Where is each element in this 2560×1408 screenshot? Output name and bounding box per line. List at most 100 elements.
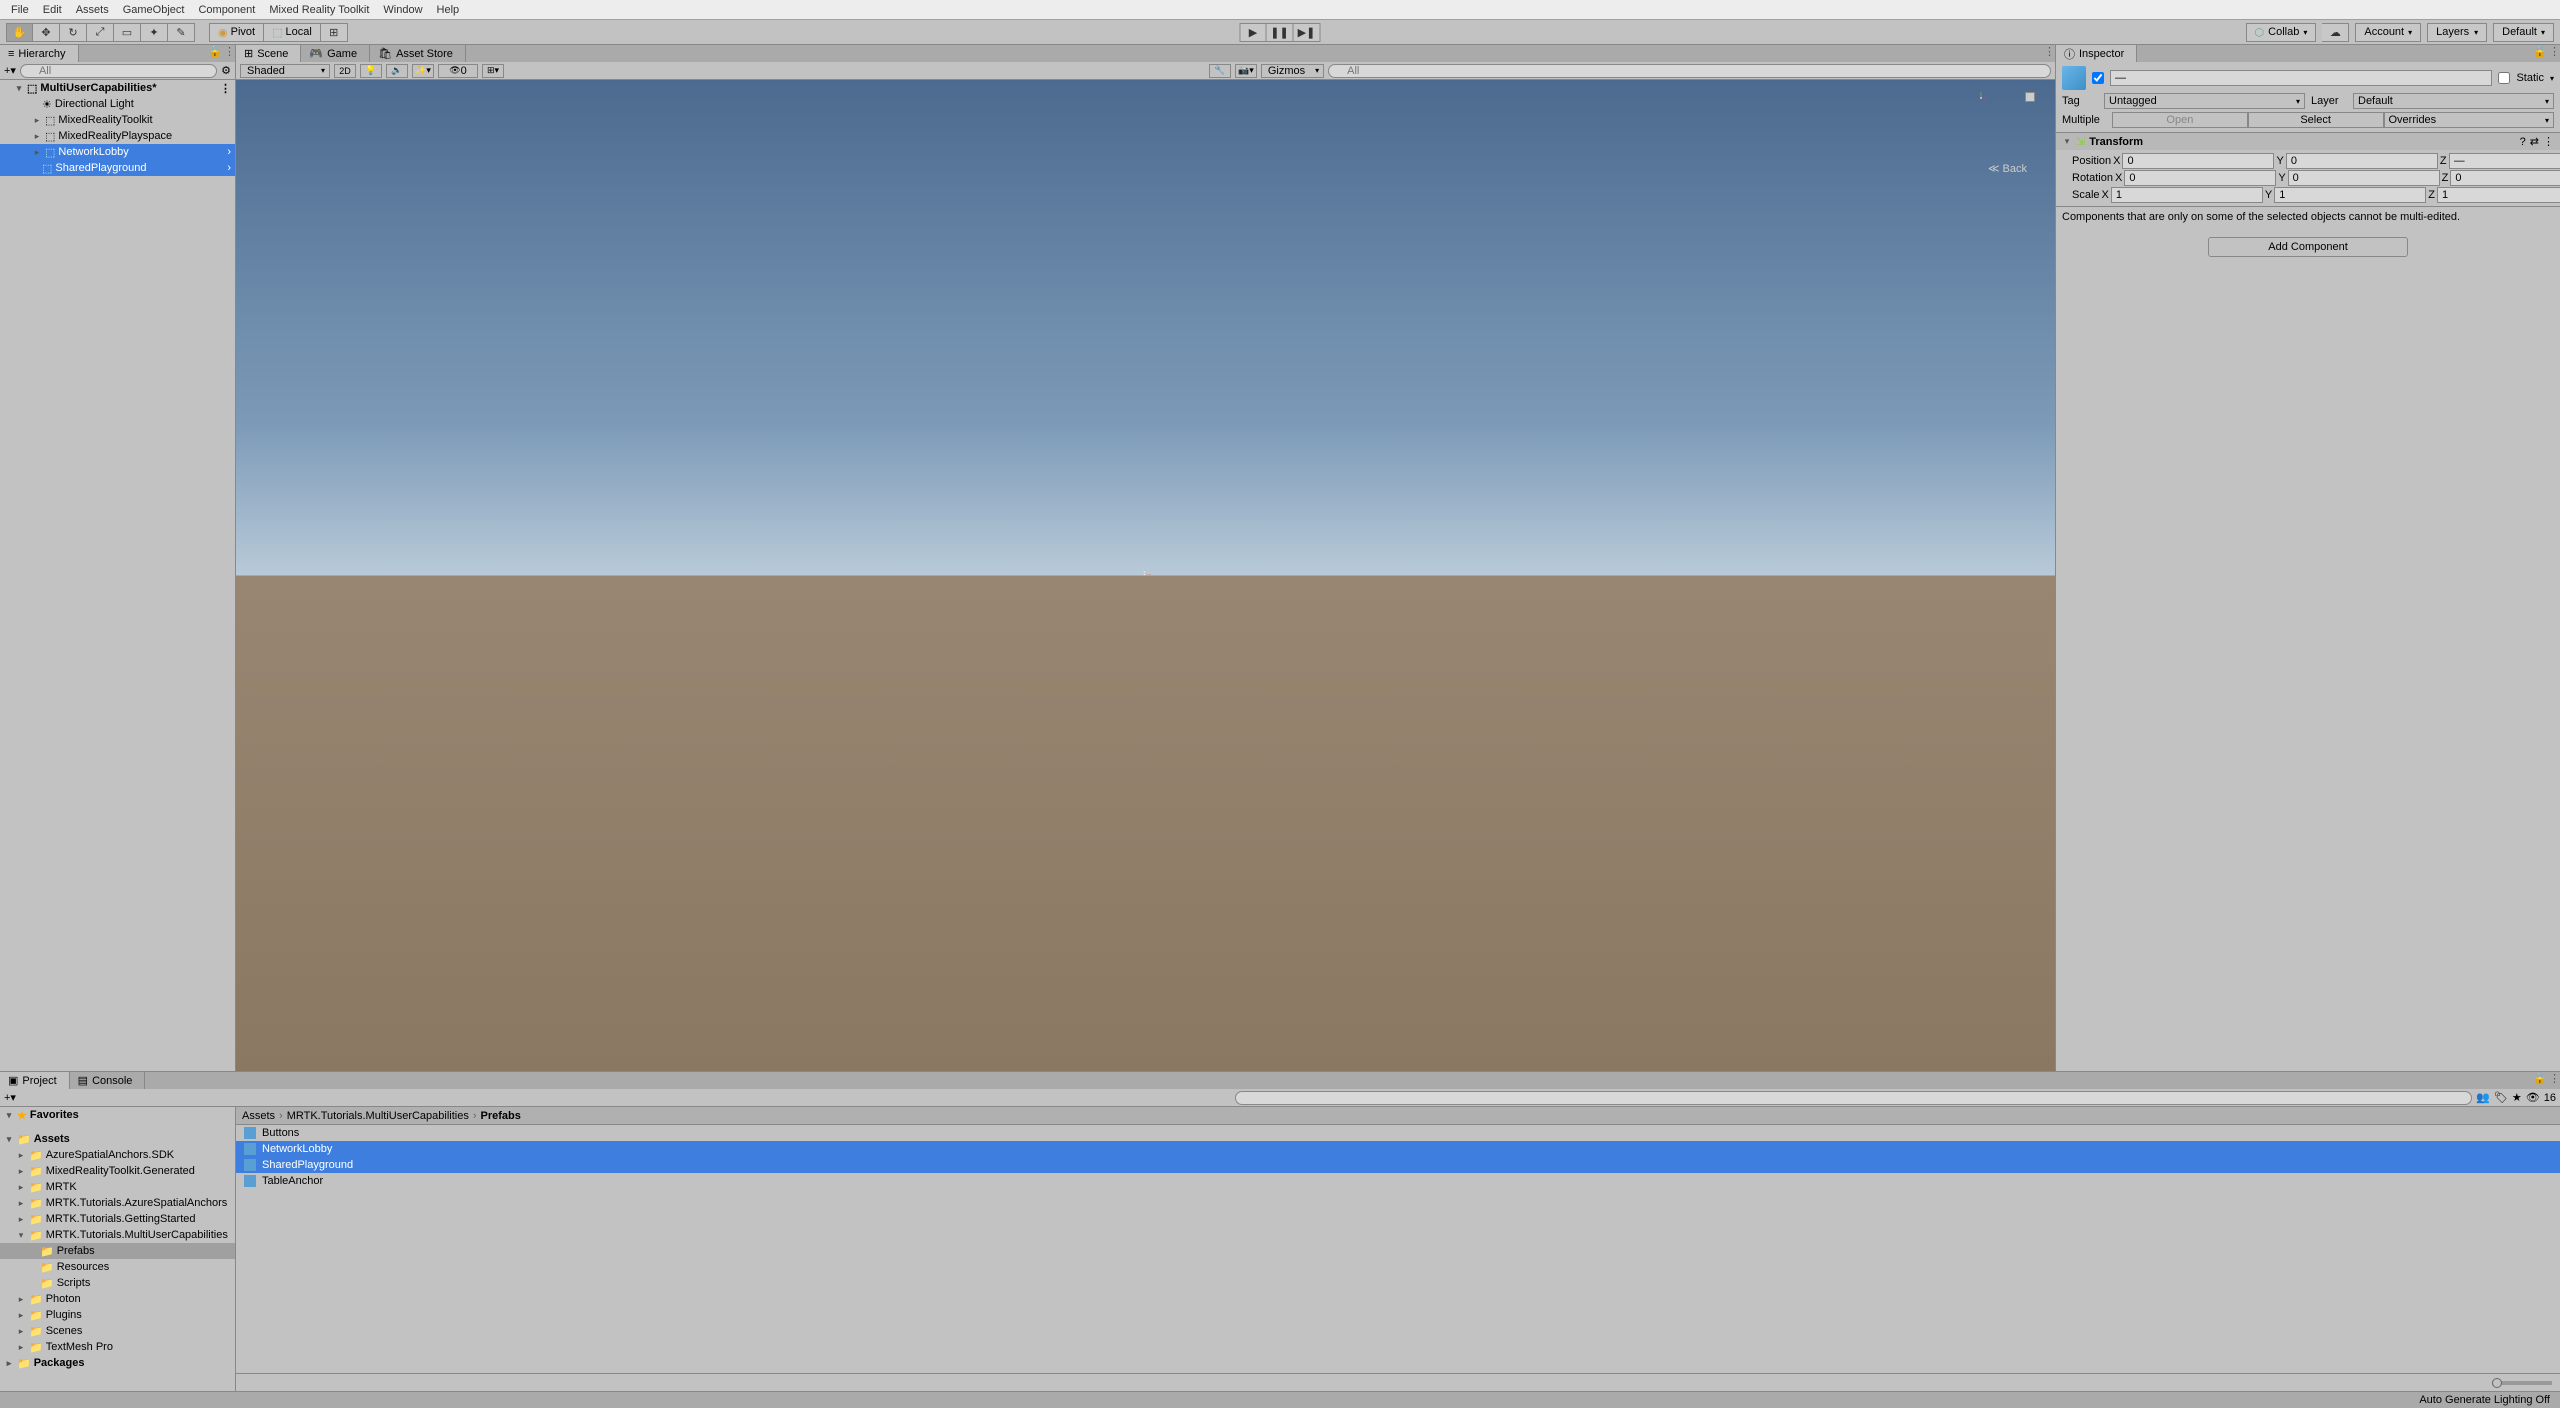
scene-menu-icon[interactable]: ⋮ <box>220 82 231 95</box>
asset-item[interactable]: TableAnchor <box>236 1173 2560 1189</box>
move-tool[interactable]: ✥ <box>33 23 60 42</box>
assets-root[interactable]: ▾ 📁 Assets <box>0 1131 235 1147</box>
breadcrumb-item[interactable]: MRTK.Tutorials.MultiUserCapabilities <box>287 1110 469 1122</box>
back-button[interactable]: ≪ Back <box>1988 162 2027 175</box>
tree-folder[interactable]: ▸📁MRTK <box>0 1179 235 1195</box>
fold-icon[interactable]: ▸ <box>32 147 42 158</box>
asset-list[interactable]: Buttons NetworkLobby SharedPlayground Ta… <box>236 1125 2560 1373</box>
scale-z-input[interactable] <box>2437 187 2560 203</box>
project-tab[interactable]: ▣ Project <box>0 1072 70 1089</box>
tree-folder[interactable]: ▸📁MRTK.Tutorials.AzureSpatialAnchors <box>0 1195 235 1211</box>
custom-tool[interactable]: ✎ <box>168 23 195 42</box>
rot-z-input[interactable] <box>2450 170 2560 186</box>
fold-icon[interactable]: ▾ <box>2062 136 2072 147</box>
scale-tool[interactable]: ⤢ <box>87 23 114 42</box>
hier-item-playspace[interactable]: ▸ ⬚ MixedRealityPlayspace <box>0 128 235 144</box>
arrow-icon[interactable]: › <box>227 146 231 158</box>
tree-folder[interactable]: ▸📁MixedRealityToolkit.Generated <box>0 1163 235 1179</box>
pos-x-input[interactable] <box>2122 153 2274 169</box>
fold-icon[interactable]: ▾ <box>4 1134 14 1145</box>
pos-y-input[interactable] <box>2286 153 2438 169</box>
rot-x-input[interactable] <box>2124 170 2276 186</box>
pause-button[interactable]: ❚❚ <box>1267 23 1294 42</box>
overrides-dropdown[interactable]: Overrides▾ <box>2384 112 2555 128</box>
2d-toggle[interactable]: 2D <box>334 64 356 78</box>
help-icon[interactable]: ? <box>2520 136 2526 148</box>
hierarchy-tree[interactable]: ▾ ⬚ MultiUserCapabilities* ⋮ ☀ Direction… <box>0 80 235 1071</box>
static-checkbox[interactable] <box>2498 72 2510 84</box>
filter-label-icon[interactable]: 🏷 <box>2494 1091 2508 1104</box>
create-dropdown[interactable]: +▾ <box>4 1091 16 1104</box>
camera-icon[interactable]: 📷▾ <box>1235 64 1257 78</box>
menu-edit[interactable]: Edit <box>36 2 69 18</box>
tree-folder[interactable]: ▸📁AzureSpatialAnchors.SDK <box>0 1147 235 1163</box>
rect-tool[interactable]: ▭ <box>114 23 141 42</box>
snap-button[interactable]: ⊞ <box>321 23 348 42</box>
favorites-root[interactable]: ▾ ★ Favorites <box>0 1107 235 1123</box>
fold-icon[interactable]: ▾ <box>14 83 24 94</box>
local-button[interactable]: ⬚Local <box>264 23 321 42</box>
tree-folder[interactable]: ▸📁Photon <box>0 1291 235 1307</box>
open-button[interactable]: Open <box>2112 112 2248 128</box>
hier-item-light[interactable]: ☀ Directional Light <box>0 96 235 112</box>
hidden-icon[interactable]: 👁 <box>2526 1091 2540 1104</box>
menu-icon[interactable]: ⋮ <box>2549 1072 2560 1089</box>
tree-folder[interactable]: ▸📁TextMesh Pro <box>0 1339 235 1355</box>
hierarchy-tab[interactable]: ≡ Hierarchy <box>0 45 79 62</box>
cloud-button[interactable]: ☁ <box>2322 23 2349 42</box>
lock-icon[interactable]: 🔒 <box>2533 1072 2547 1089</box>
create-dropdown[interactable]: +▾ <box>4 64 16 77</box>
asset-store-tab[interactable]: 🛍 Asset Store <box>370 45 466 62</box>
tree-folder[interactable]: ▸📁Scenes <box>0 1323 235 1339</box>
scene-viewport[interactable]: y x ≪ Back <box>236 80 2055 1071</box>
fold-icon[interactable]: ▸ <box>32 131 42 142</box>
scale-y-input[interactable] <box>2274 187 2426 203</box>
fold-icon[interactable]: ▾ <box>4 1110 14 1121</box>
hidden-toggle[interactable]: 👁 0 <box>438 64 478 78</box>
tree-folder[interactable]: ▸📁Plugins <box>0 1307 235 1323</box>
hand-tool[interactable]: ✋ <box>6 23 33 42</box>
tools-icon[interactable]: 🔧 <box>1209 64 1231 78</box>
inspector-tab[interactable]: ⓘ Inspector <box>2056 45 2137 62</box>
tag-dropdown[interactable]: Untagged <box>2104 93 2305 109</box>
shading-dropdown[interactable]: Shaded <box>240 64 330 78</box>
scene-root[interactable]: ▾ ⬚ MultiUserCapabilities* ⋮ <box>0 80 235 96</box>
fold-icon[interactable]: ▸ <box>32 115 42 126</box>
hier-item-sharedplayground[interactable]: ⬚ SharedPlayground › <box>0 160 235 176</box>
project-search[interactable] <box>1235 1091 2472 1105</box>
fx-toggle[interactable]: ✨▾ <box>412 64 434 78</box>
tree-folder[interactable]: ▸📁MRTK.Tutorials.GettingStarted <box>0 1211 235 1227</box>
transform-header[interactable]: ▾ ⇲ Transform ? ⇄ ⋮ <box>2056 133 2560 150</box>
scene-tab[interactable]: ⊞ Scene <box>236 45 301 62</box>
thumbnail-slider[interactable] <box>2492 1381 2552 1385</box>
object-name-input[interactable] <box>2110 70 2492 86</box>
breadcrumb-item[interactable]: Assets <box>242 1110 275 1122</box>
gizmo-lock[interactable] <box>2025 92 2035 102</box>
packages-root[interactable]: ▸ 📁 Packages <box>0 1355 235 1371</box>
menu-mrtk[interactable]: Mixed Reality Toolkit <box>262 2 376 18</box>
arrow-icon[interactable]: › <box>227 162 231 174</box>
layout-dropdown[interactable]: Default <box>2493 23 2554 42</box>
object-icon[interactable] <box>2062 66 2086 90</box>
menu-gameobject[interactable]: GameObject <box>116 2 192 18</box>
project-tree[interactable]: ▾ ★ Favorites ▾ 📁 Assets ▸📁AzureSpatialA… <box>0 1107 236 1391</box>
lock-icon[interactable]: 🔒 <box>2533 45 2547 62</box>
scale-x-input[interactable] <box>2111 187 2263 203</box>
lock-icon[interactable]: 🔒 <box>208 45 222 62</box>
rotate-tool[interactable]: ↻ <box>60 23 87 42</box>
menu-icon[interactable]: ⋮ <box>224 45 235 62</box>
active-checkbox[interactable] <box>2092 72 2104 84</box>
menu-assets[interactable]: Assets <box>69 2 116 18</box>
breadcrumb-item-current[interactable]: Prefabs <box>481 1110 521 1122</box>
asset-item[interactable]: SharedPlayground <box>236 1157 2560 1173</box>
lighting-toggle[interactable]: 💡 <box>360 64 382 78</box>
transform-tool[interactable]: ✦ <box>141 23 168 42</box>
step-button[interactable]: ▶❚ <box>1294 23 1321 42</box>
favorite-icon[interactable]: ★ <box>2512 1091 2522 1104</box>
game-tab[interactable]: 🎮 Game <box>301 45 370 62</box>
hier-item-mrtk[interactable]: ▸ ⬚ MixedRealityToolkit <box>0 112 235 128</box>
gizmos-dropdown[interactable]: Gizmos <box>1261 64 1324 78</box>
menu-component[interactable]: Component <box>191 2 262 18</box>
layers-dropdown[interactable]: Layers <box>2427 23 2487 42</box>
grid-toggle[interactable]: ⊞▾ <box>482 64 504 78</box>
